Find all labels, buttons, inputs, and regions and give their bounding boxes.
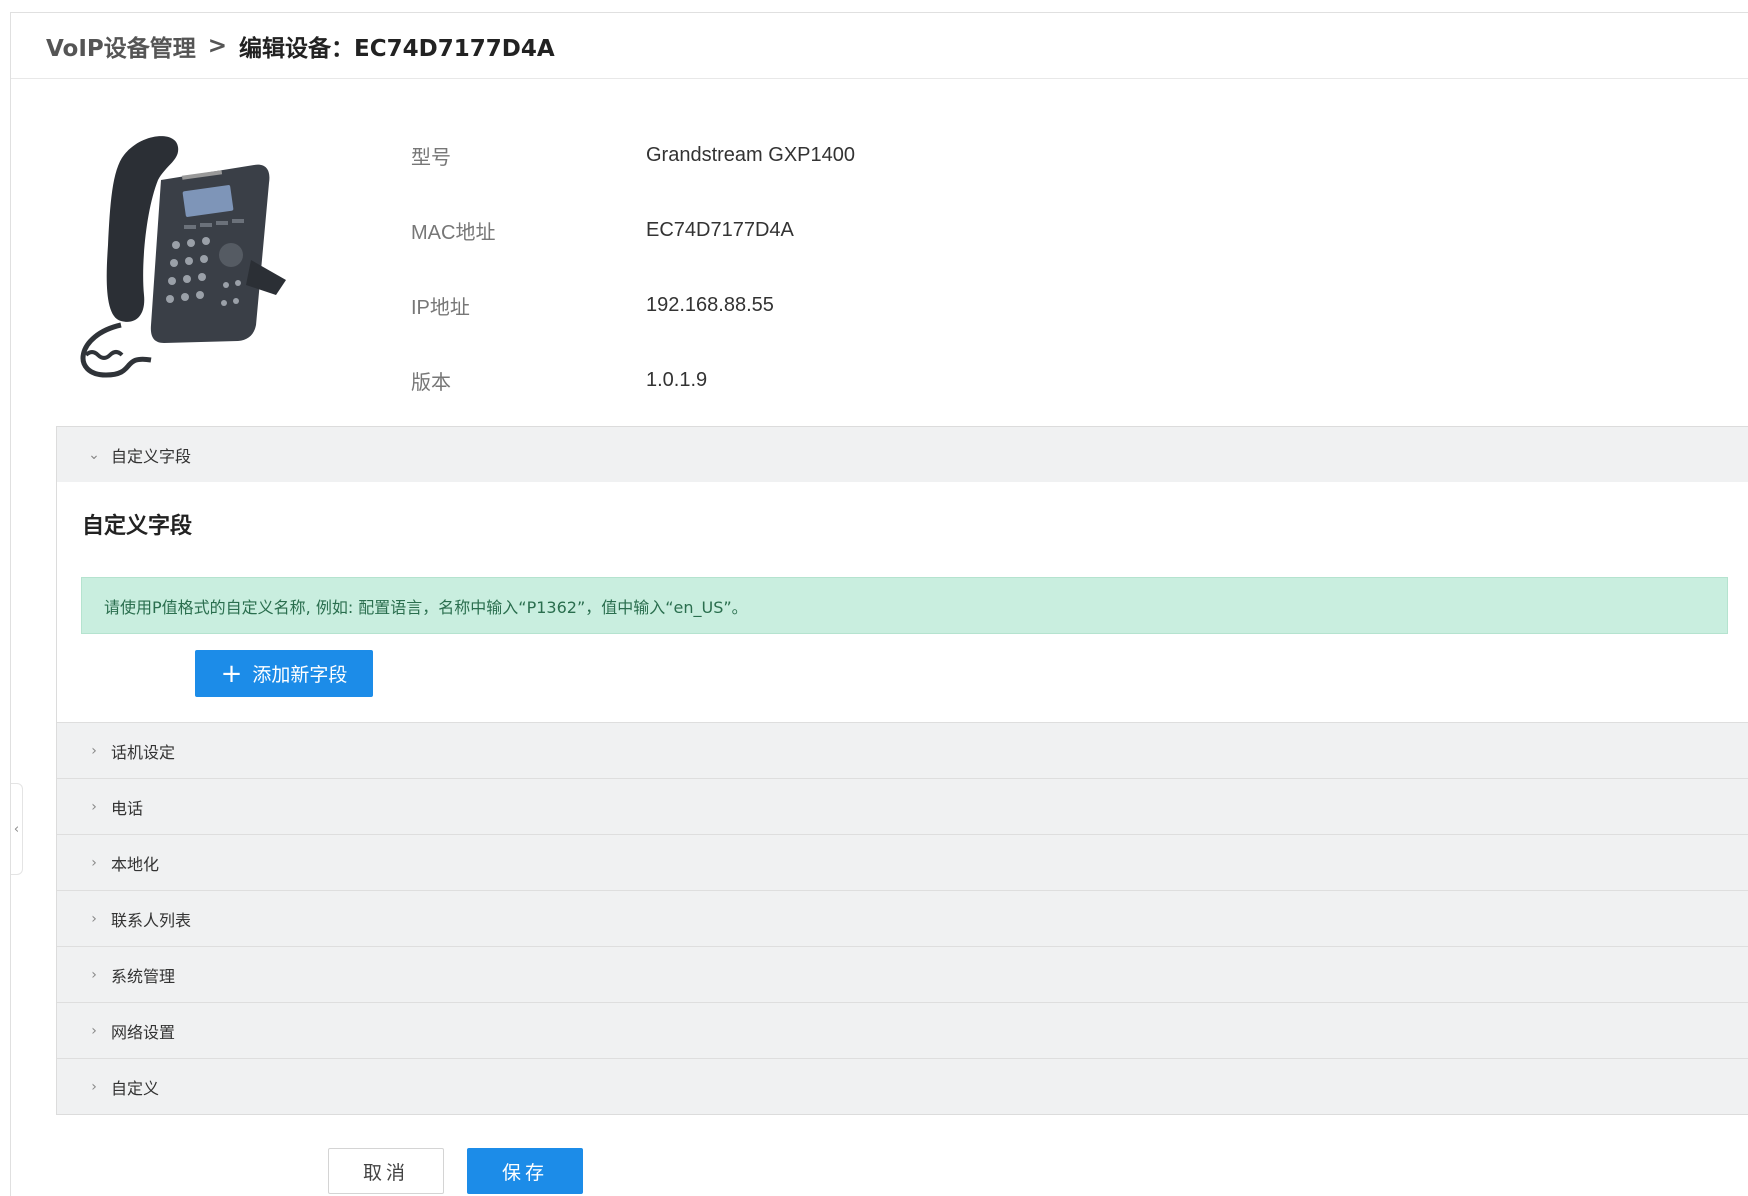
chevron-down-icon: ⌄ — [88, 446, 100, 463]
sidebar-collapse-handle[interactable]: ‹ — [11, 783, 23, 875]
accordion-item-phone[interactable]: › 电话 — [57, 778, 1748, 834]
accordion-item-localization[interactable]: › 本地化 — [57, 834, 1748, 890]
model-label: 型号 — [411, 147, 451, 169]
accordion-item-custom[interactable]: › 自定义 — [57, 1058, 1748, 1114]
section-title: 自定义字段 — [82, 514, 193, 539]
accordion-item-contacts[interactable]: › 联系人列表 — [57, 890, 1748, 946]
custom-fields-panel: 自定义字段 请使用P值格式的自定义名称, 例如: 配置语言，名称中输入“P136… — [57, 482, 1748, 722]
breadcrumb: VoIP设备管理 > 编辑设备：EC74D7177D4A — [11, 13, 1748, 79]
device-info-table: 型号 Grandstream GXP1400 MAC地址 EC74D7177D4… — [411, 118, 855, 418]
plus-icon: + — [220, 658, 243, 689]
page-title: 编辑设备：EC74D7177D4A — [239, 35, 555, 62]
mac-value: EC74D7177D4A — [646, 219, 794, 241]
form-actions: 取消 保存 — [328, 1148, 583, 1194]
accordion-item-label: 联系人列表 — [111, 910, 192, 930]
add-field-label: 添加新字段 — [252, 664, 348, 686]
chevron-right-icon: › — [91, 910, 97, 927]
chevron-right-icon: › — [91, 798, 97, 815]
version-label: 版本 — [411, 372, 451, 394]
mac-label: MAC地址 — [411, 222, 496, 244]
ip-label: IP地址 — [411, 297, 470, 319]
accordion-header-custom-fields[interactable]: ⌄ 自定义字段 — [57, 427, 1748, 482]
accordion-item-label: 本地化 — [111, 854, 160, 874]
info-tip: 请使用P值格式的自定义名称, 例如: 配置语言，名称中输入“P1362”，值中输… — [81, 577, 1728, 634]
accordion-item-network[interactable]: › 网络设置 — [57, 1002, 1748, 1058]
chevron-right-icon: › — [91, 1078, 97, 1095]
phone-image — [66, 125, 326, 385]
info-row-mac: MAC地址 EC74D7177D4A — [411, 193, 855, 268]
settings-accordion: ⌄ 自定义字段 自定义字段 请使用P值格式的自定义名称, 例如: 配置语言，名称… — [56, 426, 1748, 1115]
accordion-item-label: 电话 — [111, 798, 144, 818]
info-row-ip: IP地址 192.168.88.55 — [411, 268, 855, 343]
breadcrumb-parent-link[interactable]: VoIP设备管理 — [46, 29, 196, 63]
chevron-right-icon: › — [91, 854, 97, 871]
chevron-right-icon: › — [91, 1022, 97, 1039]
info-tip-text: 请使用P值格式的自定义名称, 例如: 配置语言，名称中输入“P1362”，值中输… — [104, 597, 748, 617]
accordion-item-label: 系统管理 — [111, 966, 176, 986]
info-row-model: 型号 Grandstream GXP1400 — [411, 118, 855, 193]
version-value: 1.0.1.9 — [646, 369, 708, 391]
accordion-header-label: 自定义字段 — [111, 446, 192, 466]
collapse-left-icon: ‹ — [13, 821, 20, 837]
info-row-version: 版本 1.0.1.9 — [411, 343, 855, 418]
chevron-right-icon: › — [91, 742, 97, 759]
accordion-item-label: 自定义 — [111, 1078, 160, 1098]
accordion-item-system-admin[interactable]: › 系统管理 — [57, 946, 1748, 1002]
save-button[interactable]: 保存 — [467, 1148, 583, 1194]
ip-value: 192.168.88.55 — [646, 294, 774, 316]
breadcrumb-separator: > — [207, 32, 228, 59]
accordion-item-label: 网络设置 — [111, 1022, 176, 1042]
accordion-item-label: 话机设定 — [111, 742, 176, 762]
accordion-item-phone-settings[interactable]: › 话机设定 — [57, 722, 1748, 778]
chevron-right-icon: › — [91, 966, 97, 983]
page-frame: VoIP设备管理 > 编辑设备：EC74D7177D4A ‹ 型号 Grands… — [10, 12, 1748, 1196]
model-value: Grandstream GXP1400 — [646, 144, 855, 166]
add-field-button[interactable]: + 添加新字段 — [195, 650, 373, 697]
cancel-button[interactable]: 取消 — [328, 1148, 444, 1194]
